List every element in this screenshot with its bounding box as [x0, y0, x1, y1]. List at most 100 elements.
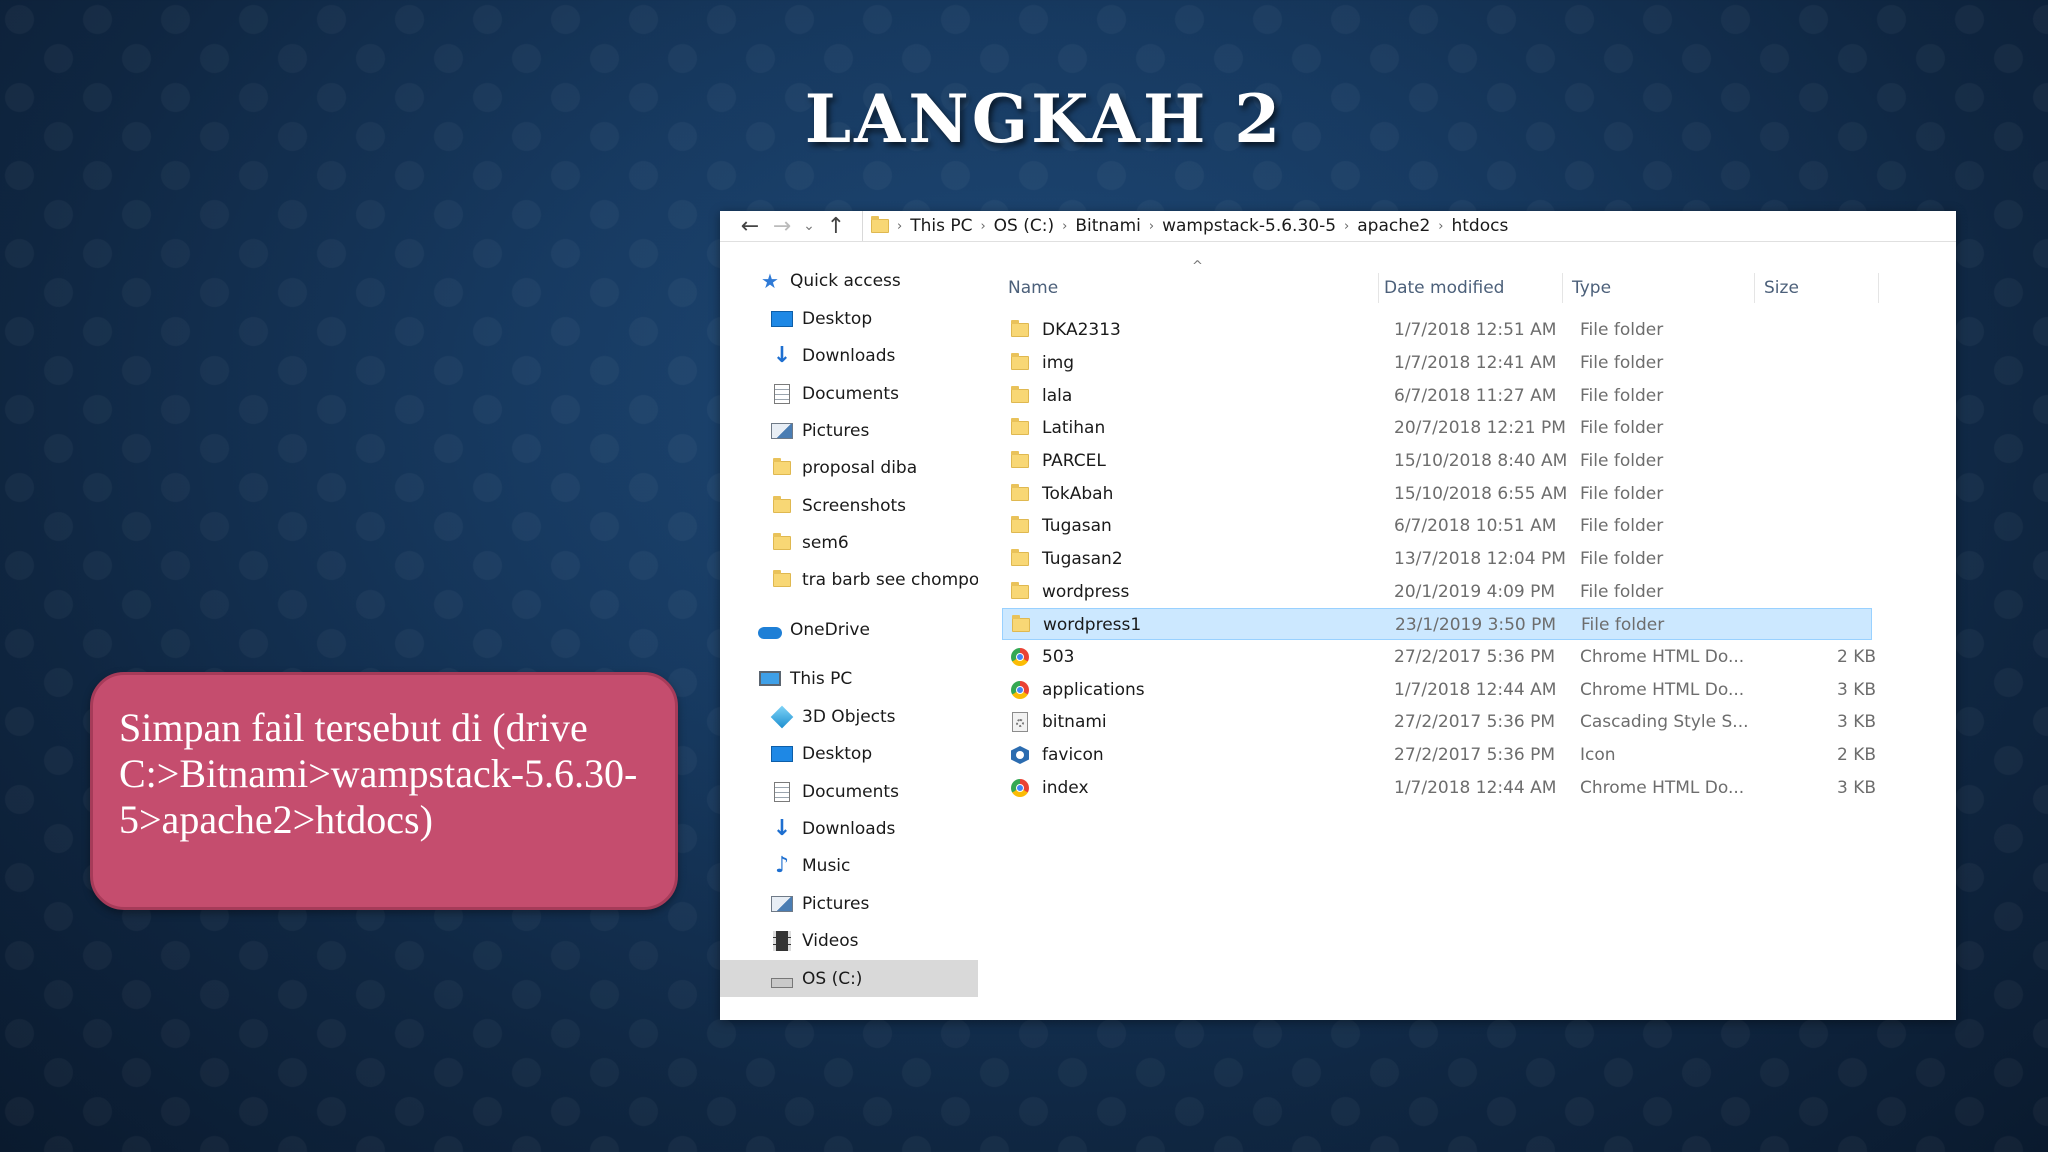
css-file-icon — [1008, 706, 1032, 738]
nav-tra-barb[interactable]: tra barb see chompoo — [720, 561, 978, 598]
sort-indicator-icon: ^ — [1192, 259, 1203, 274]
nav-pictures-pinned[interactable]: Pictures 📌 — [720, 412, 978, 449]
forward-button[interactable]: → — [766, 211, 798, 241]
file-name: img — [1042, 353, 1075, 373]
drive-icon — [770, 967, 794, 991]
nav-label: Pictures — [802, 893, 870, 914]
nav-desktop[interactable]: Desktop — [720, 735, 978, 772]
nav-this-pc[interactable]: This PC — [720, 660, 978, 697]
breadcrumb-os-c[interactable]: OS (C:) — [986, 216, 1062, 236]
file-row-applications[interactable]: applications 1/7/2018 12:44 AM Chrome HT… — [1002, 674, 1876, 706]
column-header-name[interactable]: Name — [1008, 273, 1058, 303]
file-date: 6/7/2018 11:27 AM — [1394, 386, 1557, 406]
folder-icon — [1008, 478, 1032, 510]
file-date: 15/10/2018 6:55 AM — [1394, 484, 1568, 504]
column-divider[interactable] — [1878, 273, 1879, 303]
nav-pictures[interactable]: Pictures — [720, 885, 978, 922]
folder-icon — [1008, 314, 1032, 346]
breadcrumb-bitnami[interactable]: Bitnami — [1067, 216, 1149, 236]
file-row-img[interactable]: img 1/7/2018 12:41 AM File folder — [1002, 347, 1872, 379]
file-type: File folder — [1580, 582, 1664, 602]
recent-locations-button[interactable]: ⌄ — [798, 211, 820, 241]
file-type: Chrome HTML Do... — [1580, 647, 1745, 667]
file-date: 27/2/2017 5:36 PM — [1394, 647, 1556, 667]
slide-title: LANGKAH 2 — [804, 80, 1284, 158]
nav-documents[interactable]: Documents — [720, 773, 978, 810]
nav-proposal-diba[interactable]: proposal diba — [720, 449, 978, 486]
file-row-index[interactable]: index 1/7/2018 12:44 AM Chrome HTML Do..… — [1002, 772, 1876, 804]
star-icon: ★ — [761, 268, 779, 293]
file-name: applications — [1042, 680, 1145, 700]
folder-icon — [1008, 347, 1032, 379]
nav-music[interactable]: ♪ Music — [720, 847, 978, 884]
chrome-icon — [1008, 772, 1032, 804]
file-row-wordpress[interactable]: wordpress 20/1/2019 4:09 PM File folder — [1002, 576, 1872, 608]
file-date: 20/1/2019 4:09 PM — [1394, 582, 1556, 602]
chrome-icon — [1008, 641, 1032, 673]
file-row-parcel[interactable]: PARCEL 15/10/2018 8:40 AM File folder — [1002, 445, 1872, 477]
nav-label: Desktop — [802, 308, 873, 329]
nav-downloads-pinned[interactable]: ↓ Downloads 📌 — [720, 337, 978, 374]
navigation-pane: ★ Quick access Desktop 📌 ↓ Downloads 📌 D… — [720, 241, 978, 1020]
up-button[interactable]: ↑ — [820, 211, 852, 241]
nav-onedrive[interactable]: OneDrive — [720, 611, 978, 648]
nav-quick-access[interactable]: ★ Quick access — [720, 262, 978, 299]
file-name: Latihan — [1042, 418, 1106, 438]
desktop-icon — [770, 742, 794, 766]
file-row-favicon[interactable]: favicon 27/2/2017 5:36 PM Icon 2 KB — [1002, 739, 1876, 771]
breadcrumb-wampstack[interactable]: wampstack-5.6.30-5 — [1154, 216, 1344, 236]
file-row-lala[interactable]: lala 6/7/2018 11:27 AM File folder — [1002, 380, 1872, 412]
file-type: File folder — [1580, 549, 1664, 569]
folder-icon — [1008, 510, 1032, 542]
file-type: File folder — [1580, 320, 1664, 340]
cube-icon — [770, 705, 794, 729]
column-divider[interactable] — [1378, 273, 1379, 303]
file-row-503[interactable]: 503 27/2/2017 5:36 PM Chrome HTML Do... … — [1002, 641, 1876, 673]
nav-label: Videos — [802, 930, 859, 951]
breadcrumb-this-pc[interactable]: This PC — [902, 216, 980, 236]
column-header-type[interactable]: Type — [1572, 273, 1611, 303]
column-header-size[interactable]: Size — [1764, 273, 1799, 303]
nav-os-c[interactable]: OS (C:) — [720, 960, 978, 997]
nav-desktop-pinned[interactable]: Desktop 📌 — [720, 300, 978, 337]
nav-label: Screenshots — [802, 495, 907, 516]
column-divider[interactable] — [1562, 273, 1563, 303]
file-date: 6/7/2018 10:51 AM — [1394, 516, 1557, 536]
file-name: wordpress — [1042, 582, 1130, 602]
nav-documents-pinned[interactable]: Documents 📌 — [720, 375, 978, 412]
file-name: index — [1042, 778, 1089, 798]
folder-icon — [770, 568, 794, 592]
file-row-tugasan[interactable]: Tugasan 6/7/2018 10:51 AM File folder — [1002, 510, 1872, 542]
file-date: 13/7/2018 12:04 PM — [1394, 549, 1566, 569]
file-type: File folder — [1580, 516, 1664, 536]
back-button[interactable]: ← — [734, 211, 766, 241]
file-row-dka2313[interactable]: DKA2313 1/7/2018 12:51 AM File folder — [1002, 314, 1872, 346]
nav-videos[interactable]: Videos — [720, 922, 978, 959]
file-row-bitnami[interactable]: bitnami 27/2/2017 5:36 PM Cascading Styl… — [1002, 706, 1876, 738]
file-size — [1772, 543, 1876, 575]
nav-label: proposal diba — [802, 457, 918, 478]
file-type: Chrome HTML Do... — [1580, 778, 1745, 798]
nav-3d-objects[interactable]: 3D Objects — [720, 698, 978, 735]
file-row-wordpress1[interactable]: wordpress1 23/1/2019 3:50 PM File folder — [1002, 608, 1872, 640]
file-type: File folder — [1580, 386, 1664, 406]
file-size — [1772, 380, 1876, 412]
column-header-date[interactable]: Date modified — [1384, 273, 1504, 303]
folder-icon — [770, 531, 794, 555]
nav-label: OneDrive — [790, 619, 870, 640]
file-type: File folder — [1580, 451, 1664, 471]
documents-icon — [770, 382, 794, 406]
file-row-latihan[interactable]: Latihan 20/7/2018 12:21 PM File folder — [1002, 412, 1872, 444]
file-list-pane: ^ Name Date modified Type Size DKA2313 1… — [978, 241, 1956, 1020]
nav-downloads[interactable]: ↓ Downloads — [720, 810, 978, 847]
nav-screenshots[interactable]: Screenshots — [720, 487, 978, 524]
nav-sem6[interactable]: sem6 — [720, 524, 978, 561]
file-row-tokabah[interactable]: TokAbah 15/10/2018 6:55 AM File folder — [1002, 478, 1872, 510]
file-row-tugasan2[interactable]: Tugasan2 13/7/2018 12:04 PM File folder — [1002, 543, 1872, 575]
breadcrumb-apache2[interactable]: apache2 — [1349, 216, 1438, 236]
file-date: 15/10/2018 8:40 AM — [1394, 451, 1568, 471]
breadcrumb-htdocs[interactable]: htdocs — [1443, 216, 1516, 236]
breadcrumb[interactable]: › This PC › OS (C:) › Bitnami › wampstac… — [862, 211, 1516, 241]
column-divider[interactable] — [1754, 273, 1755, 303]
nav-label: Downloads — [802, 345, 896, 366]
